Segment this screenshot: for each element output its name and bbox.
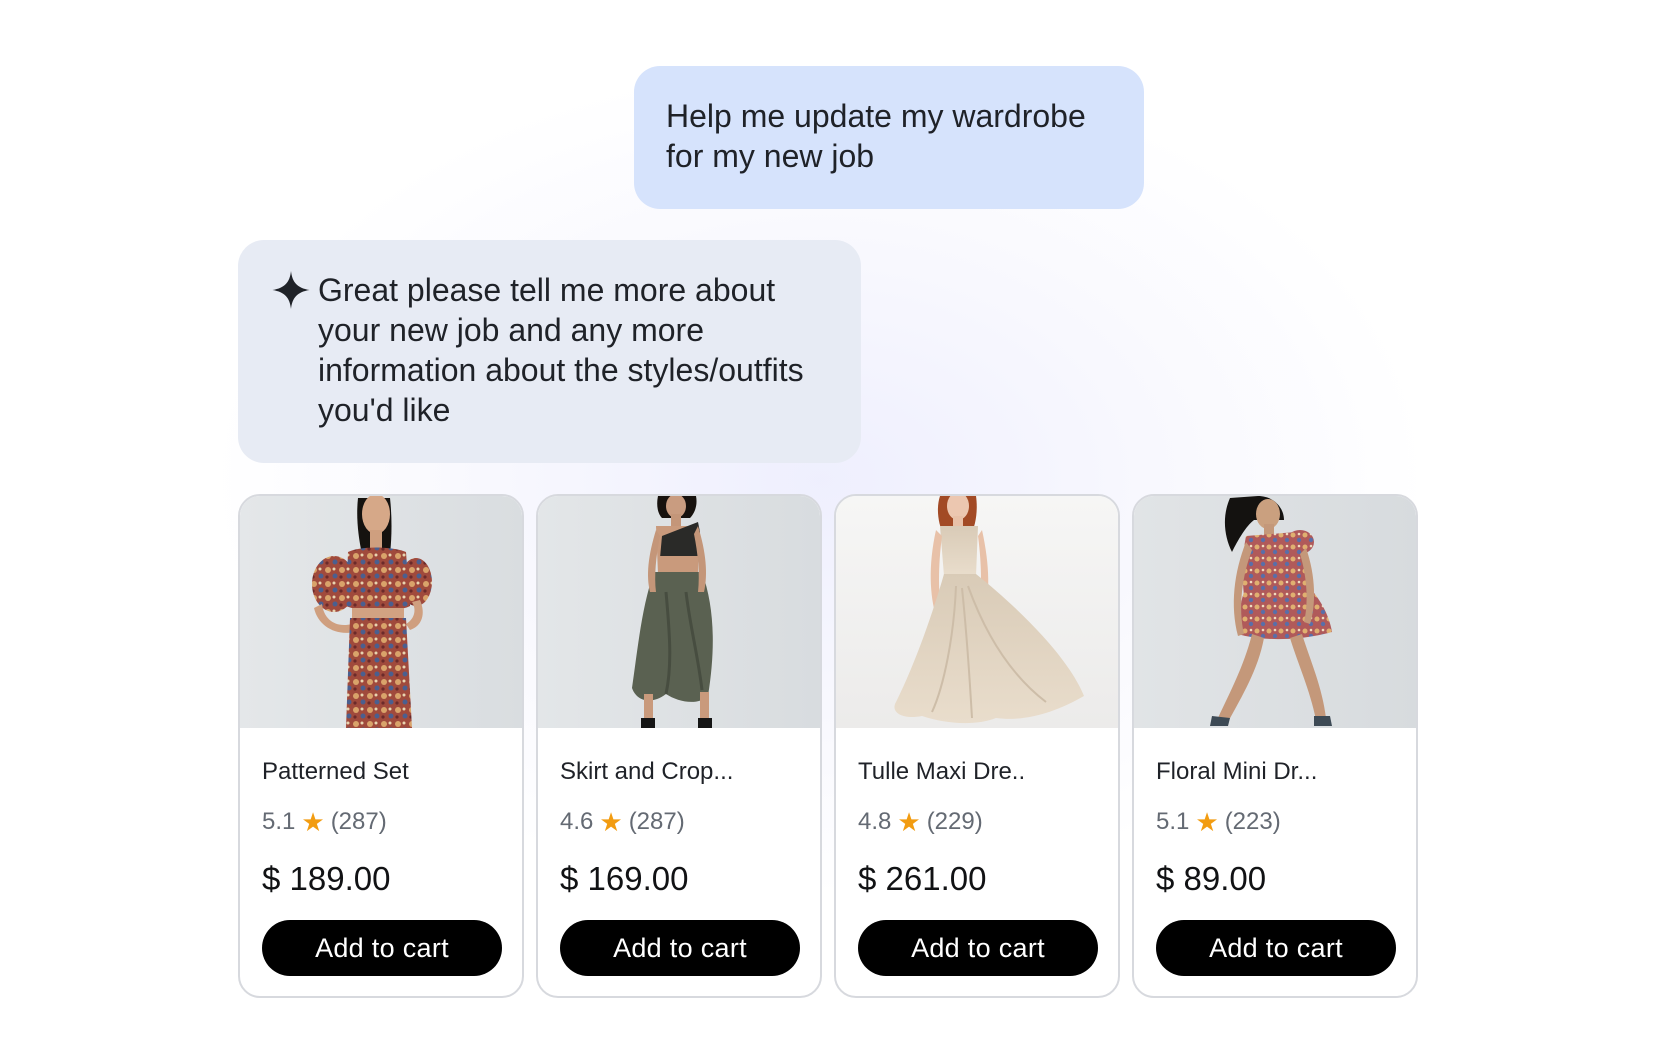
product-name[interactable]: Patterned Set [262, 758, 409, 786]
user-message-bubble: Help me update my wardrobe for my new jo… [634, 66, 1144, 209]
product-name[interactable]: Tulle Maxi Dre.. [858, 758, 1025, 786]
product-card[interactable]: Floral Mini Dr... 5.1 ★ (223) $ 89.00 Ad… [1132, 494, 1418, 998]
product-name[interactable]: Skirt and Crop... [560, 758, 733, 786]
product-card[interactable]: Patterned Set 5.1 ★ (287) $ 189.00 Add t… [238, 494, 524, 998]
product-rating: 4.8 ★ (229) [858, 808, 983, 836]
add-to-cart-button[interactable]: Add to cart [1156, 920, 1396, 976]
review-count: (229) [926, 808, 983, 835]
add-to-cart-button[interactable]: Add to cart [858, 920, 1098, 976]
product-carousel: Patterned Set 5.1 ★ (287) $ 189.00 Add t… [238, 494, 1428, 998]
product-rating: 4.6 ★ (287) [560, 808, 685, 836]
add-to-cart-button[interactable]: Add to cart [560, 920, 800, 976]
rating-value: 4.8 [858, 808, 892, 835]
product-image[interactable] [240, 496, 522, 728]
assistant-message-text: Great please tell me more about your new… [318, 272, 804, 428]
add-to-cart-button[interactable]: Add to cart [262, 920, 502, 976]
review-count: (287) [628, 808, 685, 835]
product-price: $ 189.00 [262, 860, 391, 897]
product-rating: 5.1 ★ (223) [1156, 808, 1281, 836]
review-count: (287) [330, 808, 387, 835]
user-message-text: Help me update my wardrobe for my new jo… [666, 98, 1086, 174]
product-image[interactable] [1134, 496, 1416, 728]
rating-value: 5.1 [262, 808, 296, 835]
star-icon: ★ [301, 807, 325, 837]
assistant-message-bubble: Great please tell me more about your new… [238, 240, 861, 463]
product-price: $ 169.00 [560, 860, 689, 897]
product-card[interactable]: Tulle Maxi Dre.. 4.8 ★ (229) $ 261.00 Ad… [834, 494, 1120, 998]
star-icon: ★ [1195, 807, 1219, 837]
product-price: $ 261.00 [858, 860, 987, 897]
product-image[interactable] [538, 496, 820, 728]
product-card[interactable]: Skirt and Crop... 4.6 ★ (287) $ 169.00 A… [536, 494, 822, 998]
star-icon: ★ [897, 807, 921, 837]
review-count: (223) [1224, 808, 1281, 835]
product-name[interactable]: Floral Mini Dr... [1156, 758, 1317, 786]
sparkle-icon [272, 271, 310, 309]
product-rating: 5.1 ★ (287) [262, 808, 387, 836]
rating-value: 4.6 [560, 808, 594, 835]
rating-value: 5.1 [1156, 808, 1190, 835]
product-image[interactable] [836, 496, 1118, 728]
product-price: $ 89.00 [1156, 860, 1267, 897]
star-icon: ★ [599, 807, 623, 837]
